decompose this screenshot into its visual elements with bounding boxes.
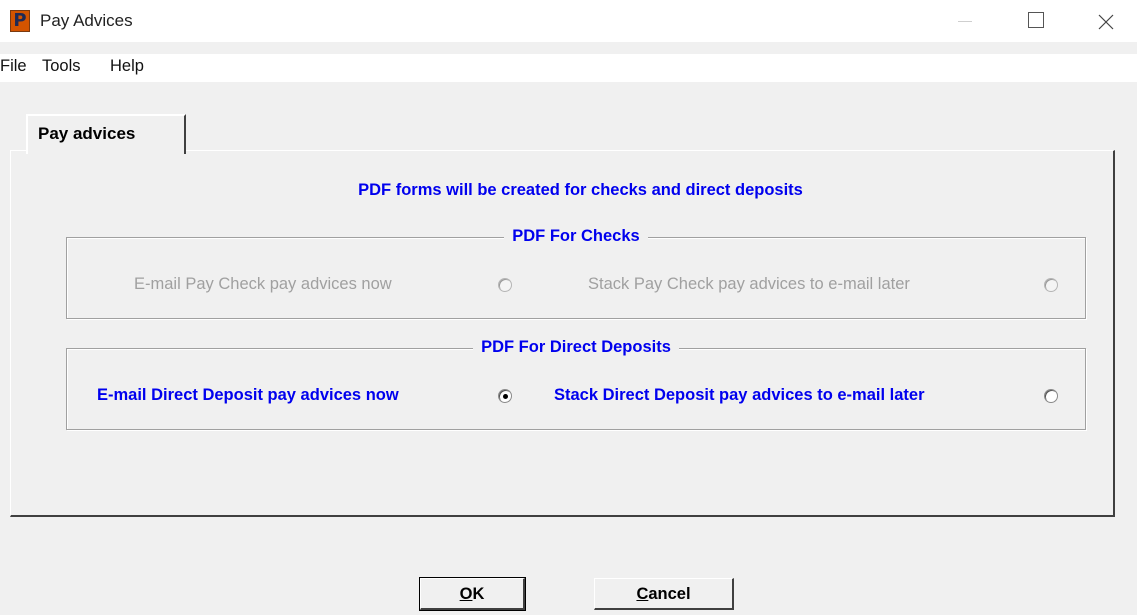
tab-panel [10,150,1115,517]
deposits-group-title: PDF For Direct Deposits [473,338,679,356]
email-pay-check-label: E-mail Pay Check pay advices now [134,275,392,293]
app-icon-letter: P [13,10,27,31]
checks-group-title: PDF For Checks [504,227,648,245]
headline-text: PDF forms will be created for checks and… [358,181,803,199]
maximize-button[interactable] [1016,6,1062,36]
menu-file[interactable]: File [0,57,27,76]
stack-pay-check-radio[interactable] [1044,278,1058,292]
email-pay-check-radio[interactable] [498,278,512,292]
menu-bar: File Tools Help [0,54,1137,82]
menu-tools[interactable]: Tools [42,57,81,76]
minimize-button[interactable] [942,6,988,36]
close-button[interactable] [1088,6,1134,36]
email-direct-deposit-radio[interactable] [498,389,512,403]
stack-pay-check-label: Stack Pay Check pay advices to e-mail la… [588,275,910,293]
radio-selected-dot [503,394,508,399]
menu-help[interactable]: Help [110,57,144,76]
cancel-button[interactable]: Cancel [594,578,734,610]
stack-direct-deposit-label: Stack Direct Deposit pay advices to e-ma… [554,386,925,404]
app-icon: P [10,10,30,32]
title-bar: P Pay Advices [0,0,1137,42]
deposits-group-title-wrap: PDF For Direct Deposits [67,338,1085,357]
window-title: Pay Advices [40,11,133,30]
tab-label: Pay advices [38,124,136,143]
stack-direct-deposit-radio[interactable] [1044,389,1058,403]
ok-button-label: OK [459,585,485,603]
tab-pay-advices[interactable]: Pay advices [26,114,186,154]
close-icon [1098,14,1114,30]
ok-button[interactable]: OK [419,577,526,611]
email-direct-deposit-label: E-mail Direct Deposit pay advices now [97,386,399,404]
checks-group-title-wrap: PDF For Checks [67,227,1085,246]
cancel-button-label: Cancel [636,585,691,603]
